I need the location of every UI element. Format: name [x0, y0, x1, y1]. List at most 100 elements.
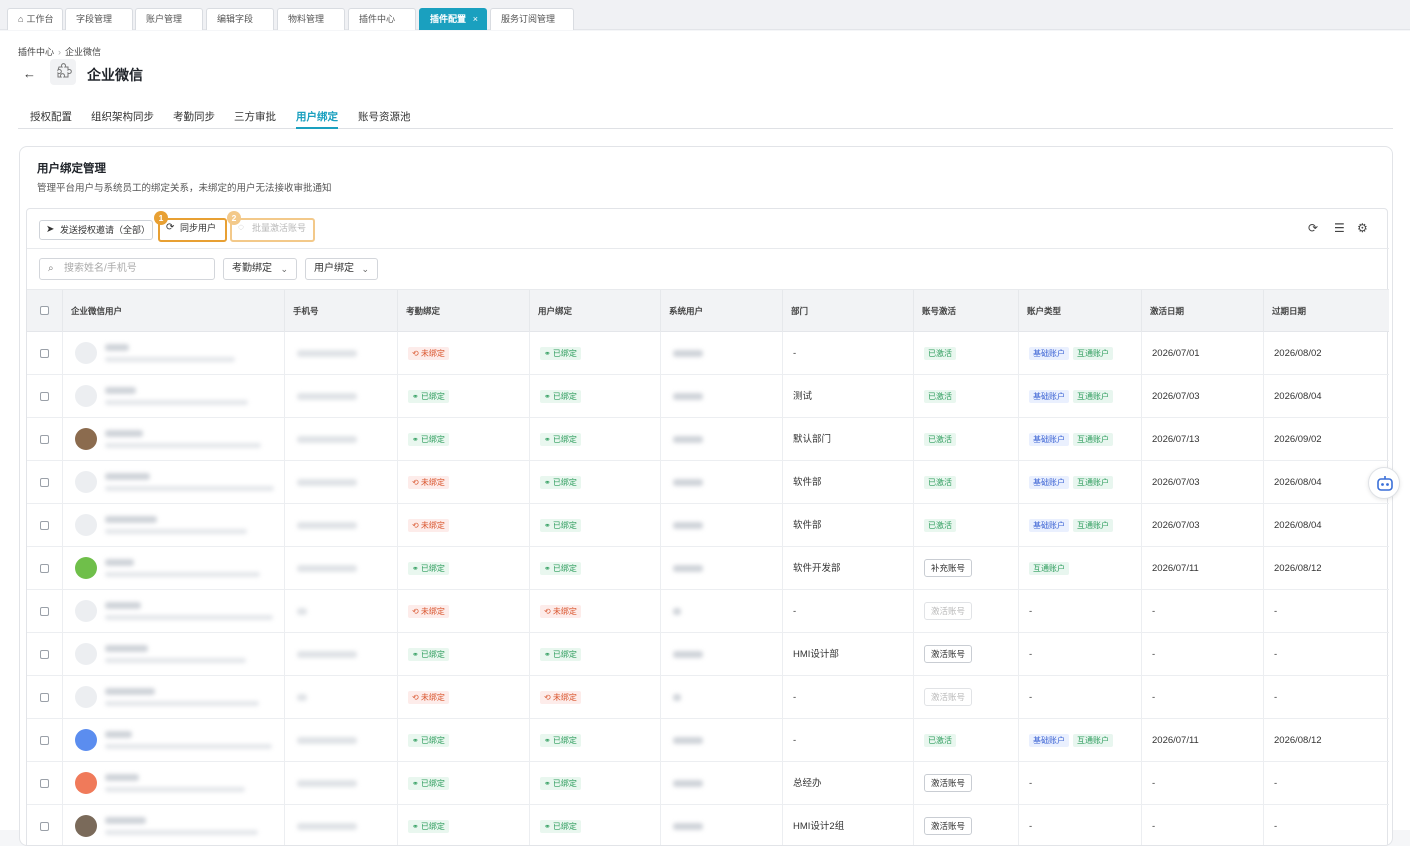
density-icon[interactable]: ☰ — [1334, 221, 1345, 235]
cell-select — [27, 719, 63, 762]
supplement-account-button[interactable]: 补充账号 — [924, 559, 973, 578]
window-tab-workbench[interactable]: ⌂ 工作台 — [7, 8, 63, 30]
window-tab-plugin-center[interactable]: 插件中心 — [348, 8, 416, 30]
redacted-detail — [105, 787, 245, 792]
cell-phone — [285, 418, 398, 461]
row-checkbox[interactable] — [40, 564, 49, 573]
row-checkbox[interactable] — [40, 607, 49, 616]
row-checkbox[interactable] — [40, 521, 49, 530]
window-tab-plugin-config[interactable]: 插件配置 × — [419, 8, 487, 30]
bound-tag: ⚭ 已绑定 — [540, 475, 581, 489]
breadcrumb-parent[interactable]: 插件中心 — [18, 47, 54, 57]
cell-activation-date: - — [1142, 633, 1264, 676]
batch-activate-button[interactable]: ◌ 批量激活账号 — [230, 218, 315, 242]
cell-account-type: - — [1019, 676, 1142, 719]
row-checkbox[interactable] — [40, 779, 49, 788]
cell-wecom-user — [63, 547, 285, 590]
bound-tag: ⚭ 已绑定 — [408, 561, 449, 575]
window-tab-label: 编辑字段 — [217, 14, 254, 24]
window-tab-field-management[interactable]: 字段管理 — [65, 8, 133, 30]
bound-tag: ⚭ 已绑定 — [408, 776, 449, 790]
redacted-detail — [105, 615, 273, 620]
bound-tag: ⚭ 已绑定 — [408, 647, 449, 661]
back-arrow-icon[interactable]: ← — [23, 66, 36, 81]
cell-activation-date: 2026/07/03 — [1142, 504, 1264, 547]
tab-account-pool[interactable]: 账号资源池 — [358, 109, 411, 129]
cell-account-type: - — [1019, 633, 1142, 676]
close-icon[interactable]: × — [473, 9, 478, 29]
cell-phone — [285, 461, 398, 504]
search-input[interactable]: ⌕ 搜索姓名/手机号 — [39, 258, 215, 280]
cell-attendance-binding: ⟲ 未绑定 — [398, 461, 530, 504]
bound-tag: ⚭ 已绑定 — [408, 389, 449, 403]
unbound-tag: ⟲ 未绑定 — [408, 690, 449, 704]
tab-user-binding[interactable]: 用户绑定 — [296, 109, 338, 129]
tab-third-party-approval[interactable]: 三方审批 — [234, 109, 276, 129]
cell-select — [27, 332, 63, 375]
activate-account-button[interactable]: 激活账号 — [924, 774, 973, 793]
card-title: 用户绑定管理 — [37, 163, 106, 175]
cell-system-user — [661, 805, 783, 845]
cell-department: 默认部门 — [783, 418, 914, 461]
activate-account-button[interactable]: 激活账号 — [924, 817, 973, 836]
row-checkbox[interactable] — [40, 349, 49, 358]
redacted-system-user — [673, 565, 703, 572]
sync-users-button[interactable]: ⟳ 同步用户 — [158, 218, 227, 242]
cell-department: 软件部 — [783, 504, 914, 547]
activated-tag: 已激活 — [924, 432, 956, 446]
activate-account-button[interactable]: 激活账号 — [924, 645, 973, 664]
select-all-checkbox[interactable] — [40, 306, 49, 315]
window-tab-edit-field[interactable]: 编辑字段 — [206, 8, 274, 30]
tab-org-sync[interactable]: 组织架构同步 — [91, 109, 154, 129]
gear-icon[interactable]: ⚙ — [1357, 221, 1368, 235]
cell-user-binding: ⚭ 已绑定 — [530, 805, 661, 845]
window-tab-material-management[interactable]: 物料管理 — [277, 8, 345, 30]
tab-auth-config[interactable]: 授权配置 — [30, 109, 72, 129]
home-icon: ⌂ — [18, 14, 24, 24]
column-header: 部门 — [783, 290, 914, 332]
cell-account-type: 基础账户 互通账户 — [1019, 504, 1142, 547]
table-row: ⚭ 已绑定 ⚭ 已绑定 测试 已激活 基础账户 互通账户 2026/07/03 2026/08… — [27, 375, 1389, 418]
avatar — [75, 600, 97, 622]
row-checkbox[interactable] — [40, 478, 49, 487]
row-checkbox[interactable] — [40, 736, 49, 745]
cell-wecom-user — [63, 590, 285, 633]
cell-wecom-user — [63, 805, 285, 845]
interop-account-tag: 互通账户 — [1073, 389, 1113, 403]
redacted-phone — [297, 393, 357, 400]
bound-tag: ⚭ 已绑定 — [408, 432, 449, 446]
redacted-detail — [105, 572, 260, 577]
user-binding-dropdown[interactable]: 用户绑定 ⌄ — [305, 258, 378, 280]
cell-system-user — [661, 332, 783, 375]
attendance-binding-dropdown[interactable]: 考勤绑定 ⌄ — [223, 258, 297, 280]
row-checkbox[interactable] — [40, 392, 49, 401]
send-invite-button[interactable]: ➤ 发送授权邀请（全部） — [39, 220, 153, 240]
row-checkbox[interactable] — [40, 435, 49, 444]
cell-phone — [285, 805, 398, 845]
window-tab-service-subscription[interactable]: 服务订阅管理 — [490, 8, 574, 30]
cell-activation: 已激活 — [914, 332, 1019, 375]
redacted-name — [105, 516, 157, 523]
cell-attendance-binding: ⚭ 已绑定 — [398, 805, 530, 845]
tab-attendance-sync[interactable]: 考勤同步 — [173, 109, 215, 129]
table-row: ⟲ 未绑定 ⚭ 已绑定 - 已激活 基础账户 互通账户 2026/07/01 2026/08/… — [27, 332, 1389, 375]
row-checkbox[interactable] — [40, 693, 49, 702]
cell-account-type: - — [1019, 805, 1142, 845]
cell-attendance-binding: ⚭ 已绑定 — [398, 762, 530, 805]
cell-user-binding: ⚭ 已绑定 — [530, 547, 661, 590]
row-checkbox[interactable] — [40, 650, 49, 659]
refresh-icon[interactable]: ⟳ — [1308, 221, 1318, 235]
bound-tag: ⚭ 已绑定 — [540, 647, 581, 661]
cell-activation-date: - — [1142, 805, 1264, 845]
redacted-detail — [105, 486, 274, 491]
redacted-name — [105, 430, 143, 437]
cell-phone — [285, 590, 398, 633]
redacted-detail — [105, 529, 247, 534]
cell-wecom-user — [63, 762, 285, 805]
window-tab-account-management[interactable]: 账户管理 — [135, 8, 203, 30]
redacted-name — [105, 688, 155, 695]
puzzle-icon — [50, 59, 76, 85]
assistant-bot-icon[interactable] — [1368, 467, 1400, 499]
card-description: 管理平台用户与系统员工的绑定关系，未绑定的用户无法接收审批通知 — [37, 183, 332, 194]
redacted-system-user — [673, 823, 703, 830]
